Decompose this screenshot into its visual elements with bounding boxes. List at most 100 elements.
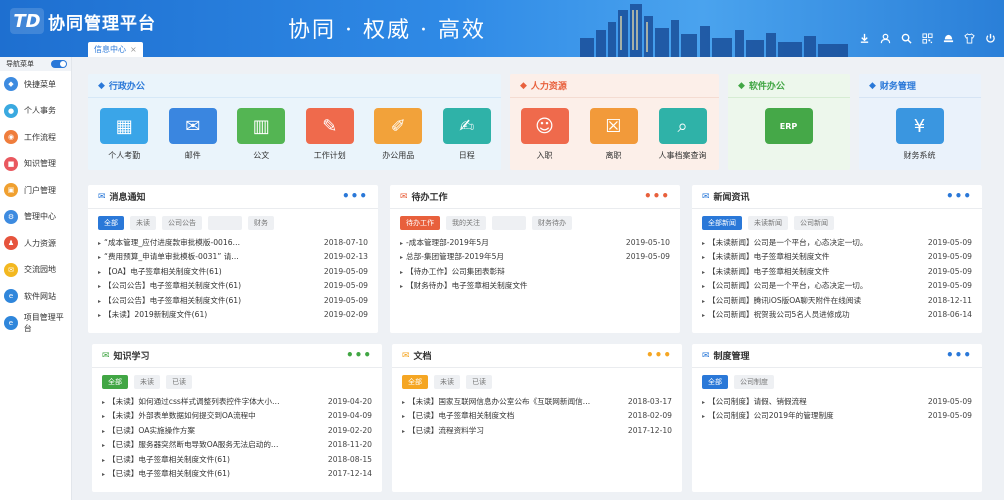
list-item-title: “成本管理_应付进度款审批模版-0016… <box>98 237 240 248</box>
more-icon[interactable]: ••• <box>946 349 972 361</box>
list-item[interactable]: 【未读】外部表单数据如何提交到OA流程中 2019-04-09 <box>102 409 372 424</box>
app-shortcut[interactable]: ▦ 个人考勤 <box>90 108 159 161</box>
filter-chip[interactable]: 财务待办 <box>532 216 572 230</box>
app-shortcut[interactable]: ✉ 邮件 <box>159 108 228 161</box>
sidebar-item[interactable]: ■ 知识管理 <box>0 151 71 178</box>
filter-chip[interactable]: 未读 <box>130 216 156 230</box>
search-icon[interactable] <box>898 30 914 46</box>
item-list: 【未读新闻】公司是一个平台，心态决定一切。2019-05-09【未读新闻】电子签… <box>692 233 982 322</box>
list-item[interactable]: 【公司制度】公司2019年的管理制度 2019-05-09 <box>702 409 972 424</box>
list-item[interactable]: 【公司新闻】腾讯iOS版OA聊天附件在线阅读 2018-12-11 <box>702 293 972 308</box>
power-icon[interactable] <box>982 30 998 46</box>
filter-chip[interactable]: 未读新闻 <box>748 216 788 230</box>
list-item[interactable]: 【OA】电子签章相关制度文件(61) 2019-05-09 <box>98 264 368 279</box>
more-icon[interactable]: ••• <box>644 190 670 202</box>
sidebar-item[interactable]: ◆ 快捷菜单 <box>0 71 71 98</box>
user-icon[interactable] <box>877 30 893 46</box>
list-item[interactable]: 【公司新闻】祝贺我公司5名人员进修成功 2018-06-14 <box>702 308 972 323</box>
sidebar-item[interactable]: e 项目管理平台 <box>0 310 71 337</box>
more-icon[interactable]: ••• <box>346 349 372 361</box>
tab-label: 信息中心 <box>94 45 126 54</box>
list-item[interactable]: “成本管理_应付进度款审批模版-0016… 2018-07-10 <box>98 235 368 250</box>
list-item[interactable]: 【未读】2019新制度文件(61) 2019-02-09 <box>98 308 368 323</box>
sidebar-item[interactable]: e 软件网站 <box>0 283 71 310</box>
list-item[interactable]: 【财务待办】电子签章相关制度文件 <box>400 279 670 294</box>
list-item[interactable]: 【未读新闻】电子签章相关制度文件 2019-05-09 <box>702 250 972 265</box>
nav-menu-switch[interactable] <box>51 60 67 68</box>
list-item[interactable]: 【已读】电子签章相关制度文档 2018-02-09 <box>402 409 672 424</box>
sidebar-item[interactable]: ▣ 门户管理 <box>0 177 71 204</box>
list-item[interactable]: 【未读】如何通过css样式调整列表控件字体大小… 2019-04-20 <box>102 394 372 409</box>
filter-chip[interactable]: 财务 <box>248 216 274 230</box>
list-item[interactable]: 【待办工作】公司集团表彰辩 <box>400 264 670 279</box>
filter-chip[interactable]: 公司公告 <box>162 216 202 230</box>
filter-chip[interactable] <box>208 216 242 230</box>
more-icon[interactable]: ••• <box>646 349 672 361</box>
app-shortcut[interactable]: ✎ 工作计划 <box>296 108 365 161</box>
filter-chip[interactable]: 已读 <box>166 375 192 389</box>
card-title: 软件办公 <box>748 82 785 92</box>
app-shortcut[interactable]: ¥ 财务系统 <box>885 108 954 161</box>
app-shortcut[interactable]: ⌕ 人事档案查询 <box>648 108 717 161</box>
list-item[interactable]: 【已读】流程资料学习 2017-12-10 <box>402 423 672 438</box>
filter-chip[interactable]: 我的关注 <box>446 216 486 230</box>
filter-chip[interactable]: 全部 <box>402 375 428 389</box>
sidebar-item[interactable]: ◉ 工作流程 <box>0 124 71 151</box>
list-item[interactable]: 【未读新闻】电子签章相关制度文件 2019-05-09 <box>702 264 972 279</box>
filter-chip[interactable]: 未读 <box>434 375 460 389</box>
app-shortcut[interactable]: ☒ 离职 <box>579 108 648 161</box>
filter-chip[interactable]: 全部 <box>102 375 128 389</box>
list-item[interactable]: 【公司公告】电子签章相关制度文件(61) 2019-05-09 <box>98 279 368 294</box>
sidebar-item[interactable]: ● 个人事务 <box>0 98 71 125</box>
filter-chip[interactable]: 全部 <box>702 375 728 389</box>
list-item[interactable]: 总部-集团管理部-2019年5月 2019-05-09 <box>400 250 670 265</box>
list-item[interactable]: 【已读】OA实施操作方案 2019-02-20 <box>102 423 372 438</box>
list-item[interactable]: 【公司新闻】公司是一个平台，心态决定一切。 2019-05-09 <box>702 279 972 294</box>
shirt-icon[interactable] <box>961 30 977 46</box>
list-item[interactable]: 【已读】电子签章相关制度文件(61) 2018-08-15 <box>102 452 372 467</box>
list-item-title: 【已读】服务器突然断电导致OA服务无法启动的… <box>102 439 279 450</box>
list-item[interactable]: 【公司制度】请假、销假流程 2019-05-09 <box>702 394 972 409</box>
filter-chip[interactable]: 公司新闻 <box>794 216 834 230</box>
list-item[interactable]: 【已读】电子签章相关制度文件(61) 2017-12-14 <box>102 467 372 482</box>
filter-chip[interactable]: 全部 <box>98 216 124 230</box>
list-item-title: 【已读】流程资料学习 <box>402 425 484 436</box>
app-shortcut[interactable]: ✍ 日程 <box>433 108 502 161</box>
app-shortcut[interactable]: ☺ 入职 <box>510 108 579 161</box>
filter-chip[interactable]: 未读 <box>134 375 160 389</box>
list-item-title: 【已读】电子签章相关制度文件(61) <box>102 468 230 479</box>
skin-icon[interactable] <box>940 30 956 46</box>
sidebar-item[interactable]: ♟ 人力资源 <box>0 230 71 257</box>
app-shortcut[interactable]: ▥ 公文 <box>227 108 296 161</box>
sidebar-item-icon: ● <box>4 103 18 118</box>
more-icon[interactable]: ••• <box>342 190 368 202</box>
software-title-bar: ◆ 软件办公 <box>728 74 850 98</box>
app-shortcut[interactable]: ✐ 办公用品 <box>364 108 433 161</box>
tab-info-center[interactable]: 信息中心 × <box>88 42 143 57</box>
more-icon[interactable]: ••• <box>946 190 972 202</box>
list-item-date: 2019-05-09 <box>625 252 670 262</box>
filter-chip[interactable]: 全部新闻 <box>702 216 742 230</box>
sidebar-item[interactable]: ✉ 交流园地 <box>0 257 71 284</box>
sidebar-item-label: 门户管理 <box>24 185 56 195</box>
download-icon[interactable] <box>856 30 872 46</box>
list-item[interactable]: 【未读】国家互联网信息办公室公布《互联网新闻信… 2018-03-17 <box>402 394 672 409</box>
close-icon[interactable]: × <box>130 45 137 54</box>
list-item[interactable]: “费用预算_申请单审批模板-0031” 请… 2019-02-13 <box>98 250 368 265</box>
filter-chip[interactable]: 已读 <box>466 375 492 389</box>
app-shortcut[interactable]: ERP <box>754 108 823 150</box>
card-title-bar: ✉ 待办工作 ••• <box>390 185 680 209</box>
qrcode-icon[interactable] <box>919 30 935 46</box>
card-title-bar: ✉ 知识学习 ••• <box>92 344 382 368</box>
list-item-date: 2018-02-09 <box>627 411 672 421</box>
list-item[interactable]: 【公司公告】电子签章相关制度文件(61) 2019-05-09 <box>98 293 368 308</box>
sidebar-item-icon: ✉ <box>4 262 18 277</box>
filter-chip[interactable] <box>492 216 526 230</box>
list-item[interactable]: -成本管理部-2019年5月 2019-05-10 <box>400 235 670 250</box>
filter-chip[interactable]: 公司制度 <box>734 375 774 389</box>
hr-title-bar: ◆ 人力资源 <box>510 74 719 98</box>
sidebar-item[interactable]: ⚙ 管理中心 <box>0 204 71 231</box>
list-item[interactable]: 【已读】服务器突然断电导致OA服务无法启动的… 2018-11-20 <box>102 438 372 453</box>
filter-chip[interactable]: 待办工作 <box>400 216 440 230</box>
list-item[interactable]: 【未读新闻】公司是一个平台，心态决定一切。 2019-05-09 <box>702 235 972 250</box>
